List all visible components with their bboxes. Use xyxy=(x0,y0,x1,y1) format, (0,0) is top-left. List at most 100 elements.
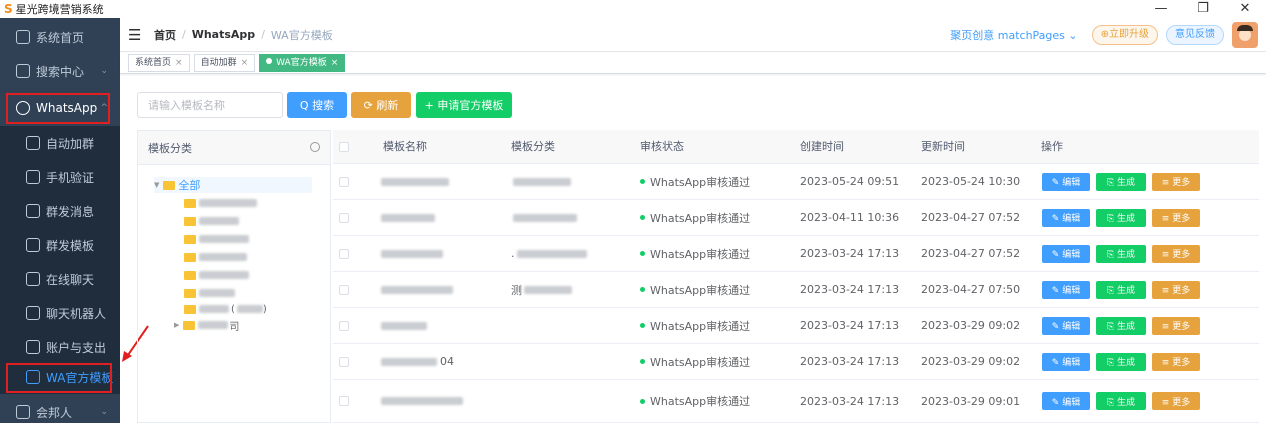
sidebar-item-search-center[interactable]: 搜索中心 ⌄ xyxy=(0,54,120,88)
checkbox[interactable] xyxy=(339,142,349,152)
upgrade-button[interactable]: ⊕立即升级 xyxy=(1091,25,1158,45)
template-name-redacted xyxy=(381,285,453,294)
search-button[interactable]: Q 搜索 xyxy=(287,92,347,118)
row-checkbox-cell[interactable] xyxy=(339,272,349,307)
header-template-category: 模板分类 xyxy=(511,140,555,153)
sidebar-item-bulk-message[interactable]: 群发消息 xyxy=(0,194,120,228)
tree-node[interactable] xyxy=(184,213,239,229)
close-icon[interactable]: × xyxy=(331,58,339,68)
match-pages-link[interactable]: 聚页创意 matchPages ⌄ xyxy=(950,27,1077,43)
checkbox[interactable] xyxy=(339,284,349,295)
tree-node[interactable] xyxy=(184,231,249,247)
updated-time-cell: 2023-03-29 09:01 xyxy=(921,394,1021,408)
folder-icon xyxy=(163,180,176,190)
tree-node[interactable] xyxy=(184,195,257,211)
sidebar-item-online-chat[interactable]: 在线聊天 xyxy=(0,262,120,296)
caret-right-icon[interactable]: ▶ xyxy=(174,321,179,329)
gear-icon[interactable] xyxy=(310,142,320,152)
feedback-button[interactable]: 意见反馈 xyxy=(1166,25,1224,45)
breadcrumb-whatsapp[interactable]: WhatsApp xyxy=(192,28,255,41)
row-checkbox-cell[interactable] xyxy=(339,308,349,343)
edit-button[interactable]: ✎ 编辑 xyxy=(1042,352,1090,371)
table-row[interactable]: WhatsApp审核通过 2023-04-11 10:36 2023-04-27… xyxy=(333,200,1259,236)
table-row[interactable]: WhatsApp审核通过 2023-05-24 09:51 2023-05-24… xyxy=(333,164,1259,200)
generate-button[interactable]: ⎘ 生成 xyxy=(1096,392,1146,410)
table-row[interactable]: 测 WhatsApp审核通过 2023-03-24 17:13 2023-04-… xyxy=(333,272,1259,308)
tree-node-all[interactable]: ▼ 全部 xyxy=(154,177,312,193)
minimize-button[interactable]: — xyxy=(1140,0,1182,18)
actions-cell: ✎ 编辑 ⎘ 生成 ≡ 更多 xyxy=(1042,236,1206,271)
template-icon xyxy=(26,238,40,252)
checkbox[interactable] xyxy=(339,212,349,223)
sidebar-item-huibangren[interactable]: 会邦人 ⌄ xyxy=(0,395,120,429)
checkbox[interactable] xyxy=(339,396,349,406)
checkbox[interactable] xyxy=(339,176,349,187)
row-checkbox-cell[interactable] xyxy=(339,344,349,379)
table-row[interactable]: WhatsApp审核通过 2023-03-24 17:13 2023-03-29… xyxy=(333,380,1259,423)
tag-auto-join-group[interactable]: 自动加群 × xyxy=(193,53,256,72)
breadcrumb-home[interactable]: 首页 xyxy=(154,27,176,43)
checkbox[interactable] xyxy=(339,248,349,259)
refresh-button[interactable]: ⟳ 刷新 xyxy=(351,92,411,118)
generate-button[interactable]: ⎘ 生成 xyxy=(1096,352,1146,371)
table-row[interactable]: 04 WhatsApp审核通过 2023-03-24 17:13 2023-03… xyxy=(333,344,1259,380)
tag-wa-official-template[interactable]: WA官方模板 × xyxy=(259,53,346,72)
more-button[interactable]: ≡ 更多 xyxy=(1152,244,1200,263)
table-row[interactable]: . WhatsApp审核通过 2023-03-24 17:13 2023-04-… xyxy=(333,236,1259,272)
tree-node[interactable] xyxy=(184,249,247,265)
row-checkbox-cell[interactable] xyxy=(339,200,349,235)
close-button[interactable]: ✕ xyxy=(1224,0,1266,18)
more-button[interactable]: ≡ 更多 xyxy=(1152,352,1200,371)
tree-node[interactable]: ▶ 司 xyxy=(174,317,239,333)
close-icon[interactable]: × xyxy=(241,58,249,68)
sidebar-item-label: 自动加群 xyxy=(46,136,95,151)
caret-down-icon[interactable]: ▼ xyxy=(154,181,159,189)
close-icon[interactable]: × xyxy=(175,58,183,68)
tree-node[interactable] xyxy=(184,285,235,301)
sidebar-item-account-expense[interactable]: 账户与支出 xyxy=(0,330,120,364)
sidebar-item-home[interactable]: 系统首页 xyxy=(0,20,120,54)
generate-button[interactable]: ⎘ 生成 xyxy=(1096,208,1146,227)
tree-node-label-redacted xyxy=(199,217,239,225)
status-badge: WhatsApp审核通过 xyxy=(650,247,751,261)
row-checkbox-cell[interactable] xyxy=(339,236,349,271)
template-category-tree: 模板分类 ▼ 全部 () ▶ 司 xyxy=(137,130,331,423)
checkbox[interactable] xyxy=(339,356,349,367)
template-name-search-input[interactable] xyxy=(137,92,283,118)
tree-node[interactable]: () xyxy=(184,301,267,317)
row-checkbox-cell[interactable] xyxy=(339,380,349,422)
edit-button[interactable]: ✎ 编辑 xyxy=(1042,172,1090,191)
checkbox[interactable] xyxy=(339,320,349,331)
edit-button[interactable]: ✎ 编辑 xyxy=(1042,316,1090,335)
hamburger-icon[interactable]: ☰ xyxy=(128,27,142,42)
more-button[interactable]: ≡ 更多 xyxy=(1152,392,1200,410)
edit-button[interactable]: ✎ 编辑 xyxy=(1042,244,1090,263)
more-button[interactable]: ≡ 更多 xyxy=(1152,172,1200,191)
tree-node-label-fragment: 司 xyxy=(229,321,240,333)
edit-button[interactable]: ✎ 编辑 xyxy=(1042,280,1090,299)
sidebar-item-chatbot[interactable]: 聊天机器人 xyxy=(0,296,120,330)
apply-official-template-button[interactable]: + 申请官方模板 xyxy=(416,92,512,118)
row-checkbox-cell[interactable] xyxy=(339,164,349,199)
edit-button[interactable]: ✎ 编辑 xyxy=(1042,392,1090,410)
table-row[interactable]: WhatsApp审核通过 2023-03-24 17:13 2023-03-29… xyxy=(333,308,1259,344)
more-button[interactable]: ≡ 更多 xyxy=(1152,316,1200,335)
sidebar-item-phone-verify[interactable]: 手机验证 xyxy=(0,160,120,194)
generate-button[interactable]: ⎘ 生成 xyxy=(1096,172,1146,191)
restore-button[interactable]: ❐ xyxy=(1182,0,1224,18)
folder-icon xyxy=(184,270,196,280)
generate-button[interactable]: ⎘ 生成 xyxy=(1096,244,1146,263)
more-button[interactable]: ≡ 更多 xyxy=(1152,208,1200,227)
generate-button[interactable]: ⎘ 生成 xyxy=(1096,280,1146,299)
tree-node[interactable] xyxy=(184,267,249,283)
avatar[interactable] xyxy=(1232,22,1258,48)
account-icon xyxy=(26,340,40,354)
edit-button[interactable]: ✎ 编辑 xyxy=(1042,208,1090,227)
sidebar-item-bulk-template[interactable]: 群发模板 xyxy=(0,228,120,262)
generate-button[interactable]: ⎘ 生成 xyxy=(1096,316,1146,335)
template-category-cell xyxy=(511,344,513,379)
more-button[interactable]: ≡ 更多 xyxy=(1152,280,1200,299)
sidebar-item-auto-join-group[interactable]: 自动加群 xyxy=(0,126,120,160)
select-all-checkbox[interactable] xyxy=(339,142,349,152)
tag-home[interactable]: 系统首页 × xyxy=(128,53,190,72)
